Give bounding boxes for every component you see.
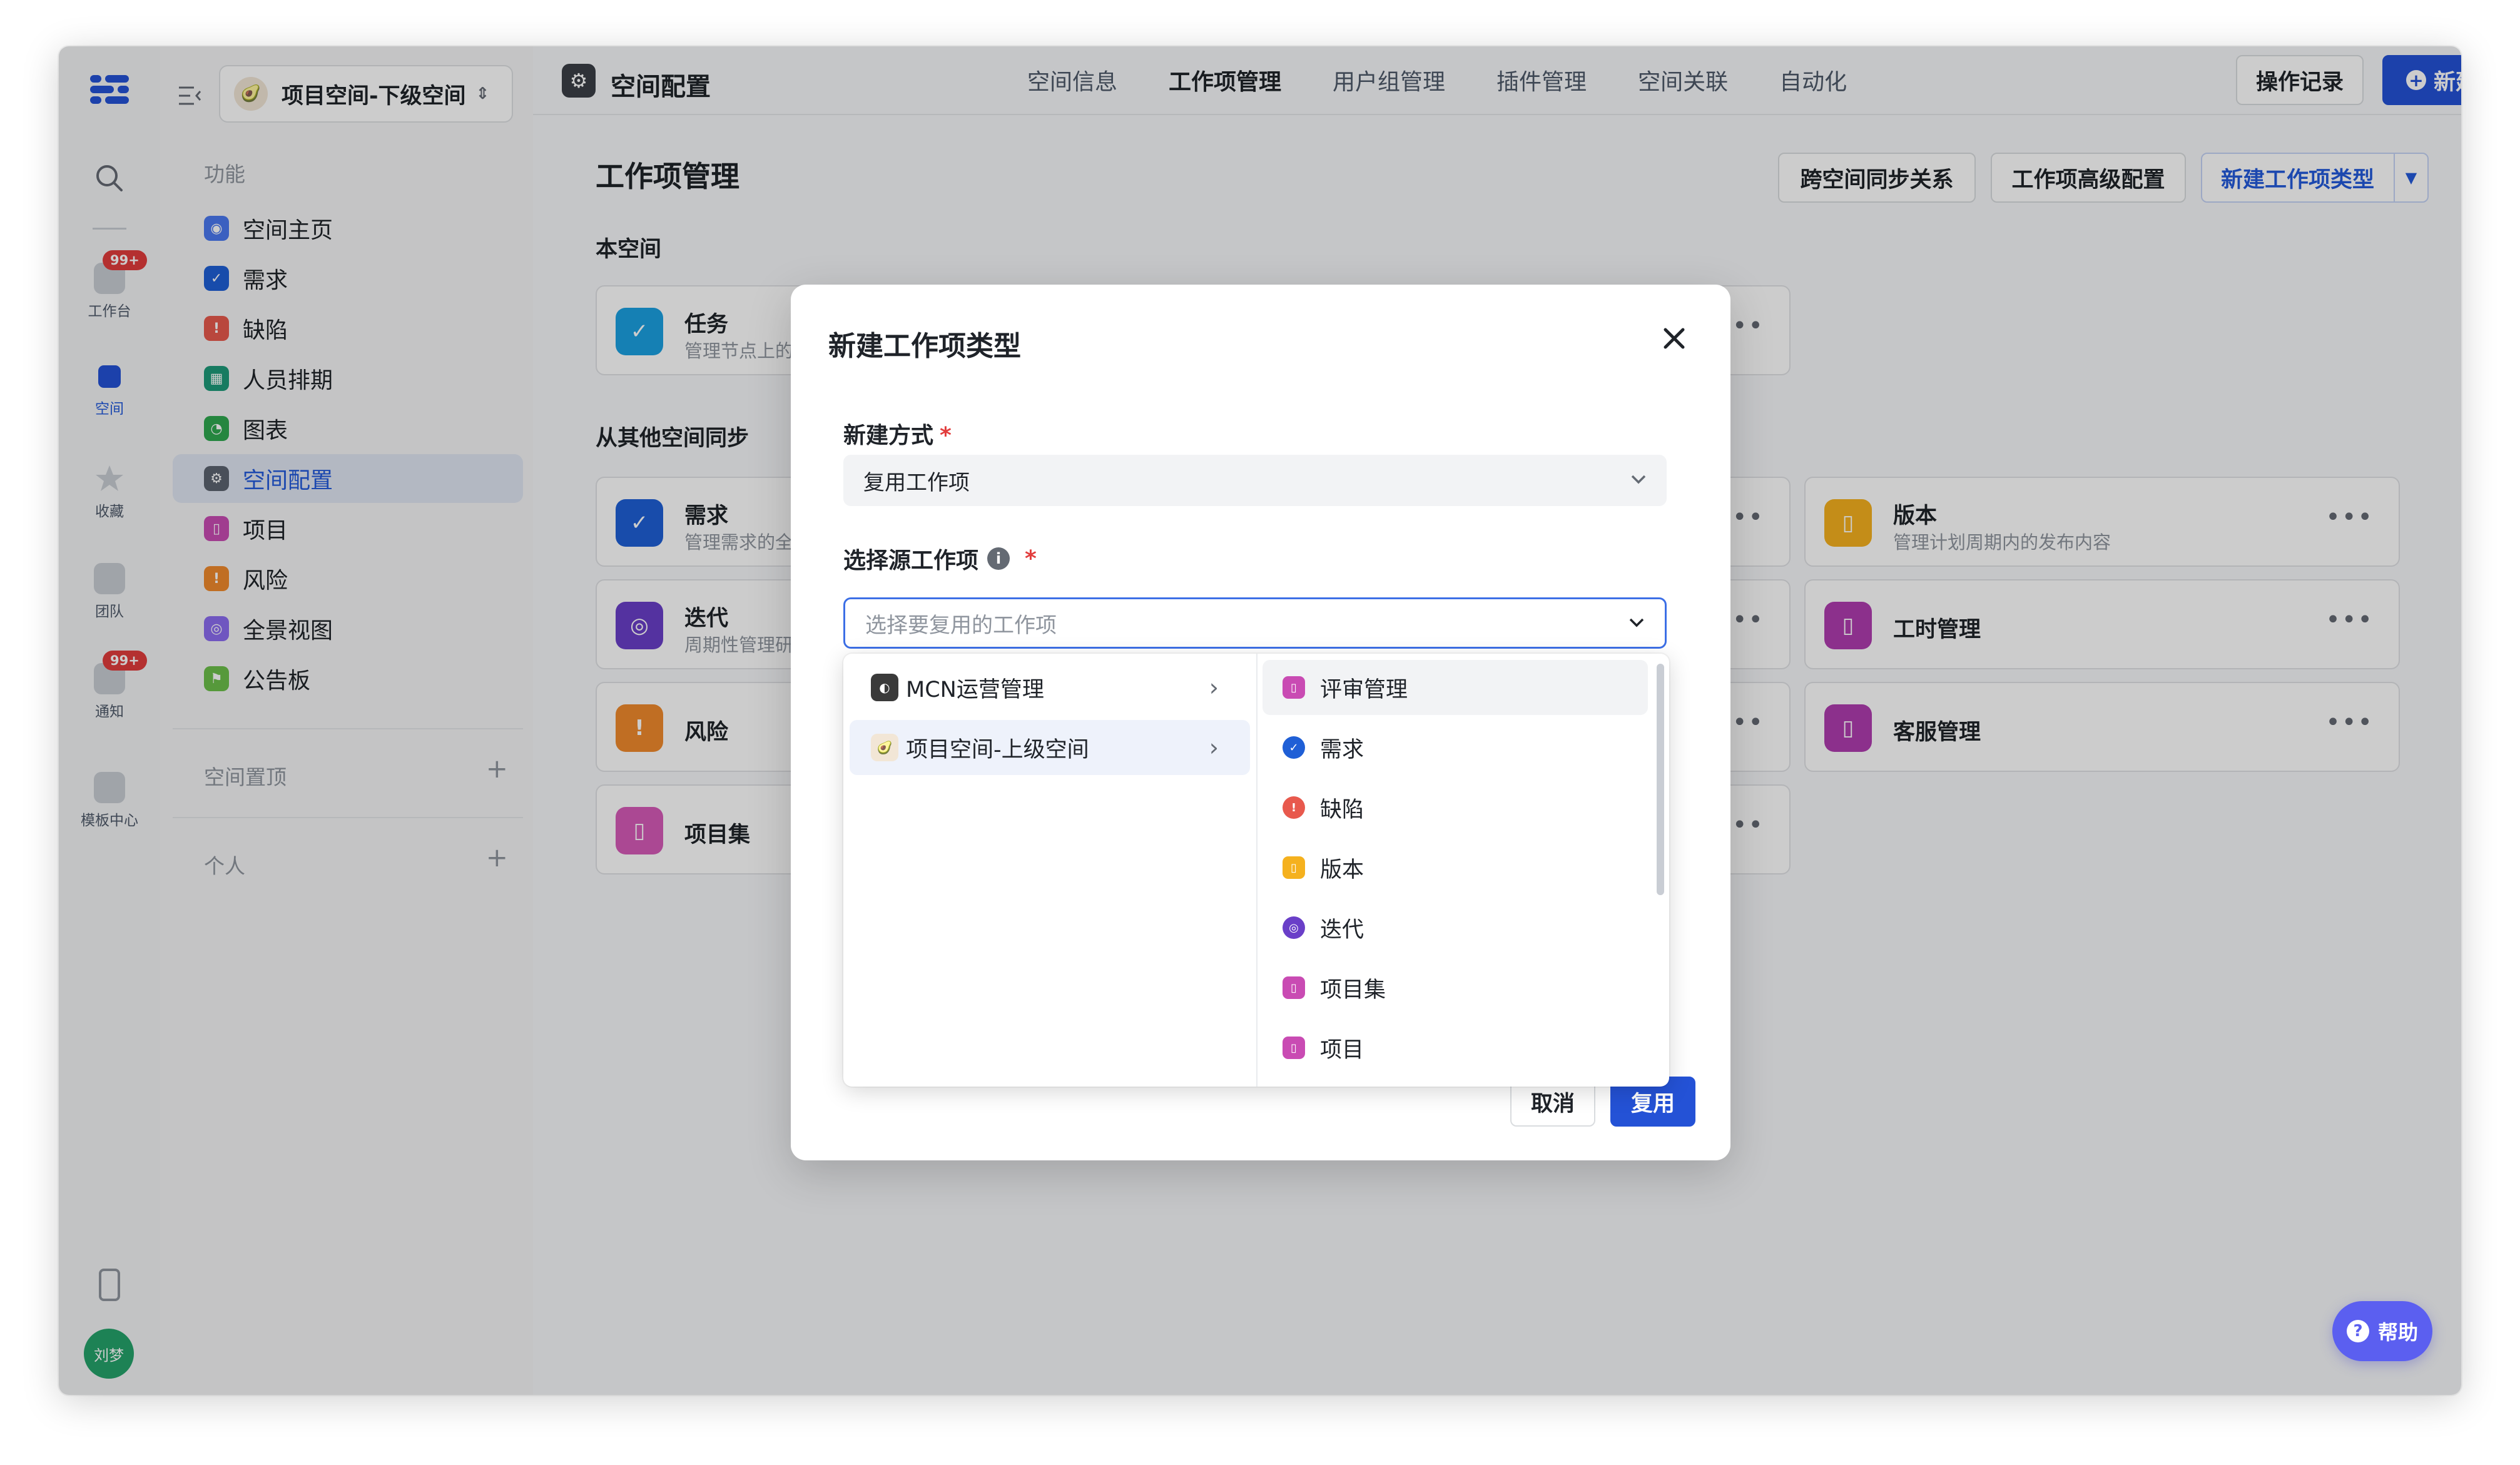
work-item-option[interactable]: ✓ 需求	[1263, 720, 1648, 775]
source-work-item-select[interactable]: 选择要复用的工作项	[843, 597, 1667, 649]
bookmark-icon: ▯	[1283, 676, 1305, 699]
space-option-mcn[interactable]: ◐ MCN运营管理 ›	[850, 660, 1250, 715]
bookmark-icon: ▯	[1283, 856, 1305, 879]
new-work-item-type-dialog: 新建工作项类型 新建方式 * 复用工作项 选择源工作项 i * 选择要复用的工作项…	[791, 285, 1730, 1160]
source-label: 选择源工作项 i *	[843, 545, 1037, 574]
close-icon[interactable]	[1660, 325, 1688, 352]
work-item-option[interactable]: ▯ 评审管理	[1263, 660, 1648, 715]
space-list: ◐ MCN运营管理 › 🥑 项目空间-上级空间 ›	[843, 654, 1257, 1087]
dropdown-scrollbar[interactable]	[1657, 664, 1664, 895]
space-avatar: ◐	[871, 674, 898, 701]
chevron-right-icon: ›	[1209, 674, 1219, 701]
help-button[interactable]: ? 帮助	[2332, 1301, 2432, 1361]
chevron-down-icon	[1627, 612, 1646, 640]
chevron-right-icon: ›	[1209, 734, 1219, 761]
required-mark: *	[1025, 545, 1037, 572]
iteration-icon: ◎	[1283, 916, 1305, 939]
method-label: 新建方式 *	[843, 423, 952, 449]
space-option-parent-space[interactable]: 🥑 项目空间-上级空间 ›	[850, 720, 1250, 775]
work-item-option[interactable]: ! 缺陷	[1263, 780, 1648, 835]
work-item-option[interactable]: ◎ 迭代	[1263, 900, 1648, 955]
check-circle-icon: ✓	[1283, 736, 1305, 759]
work-item-option[interactable]: ▯ 版本	[1263, 840, 1648, 895]
question-icon: ?	[2346, 1320, 2369, 1342]
required-mark: *	[940, 423, 952, 449]
work-item-option[interactable]: ▯ 项目集	[1263, 960, 1648, 1015]
alert-icon: !	[1283, 796, 1305, 819]
work-item-option[interactable]: ▯ 项目	[1263, 1020, 1648, 1075]
bookmark-icon: ▯	[1283, 976, 1305, 999]
method-select[interactable]: 复用工作项	[843, 455, 1667, 506]
source-placeholder: 选择要复用的工作项	[865, 612, 1057, 638]
bookmark-icon: ▯	[1283, 1037, 1305, 1059]
space-avatar: 🥑	[871, 734, 898, 761]
info-icon[interactable]: i	[987, 547, 1010, 570]
dialog-title: 新建工作项类型	[828, 330, 1021, 362]
cascader-dropdown: ◐ MCN运营管理 › 🥑 项目空间-上级空间 › ▯ 评审管理 ✓ 需求 ! …	[843, 654, 1669, 1087]
chevron-down-icon	[1629, 469, 1648, 497]
